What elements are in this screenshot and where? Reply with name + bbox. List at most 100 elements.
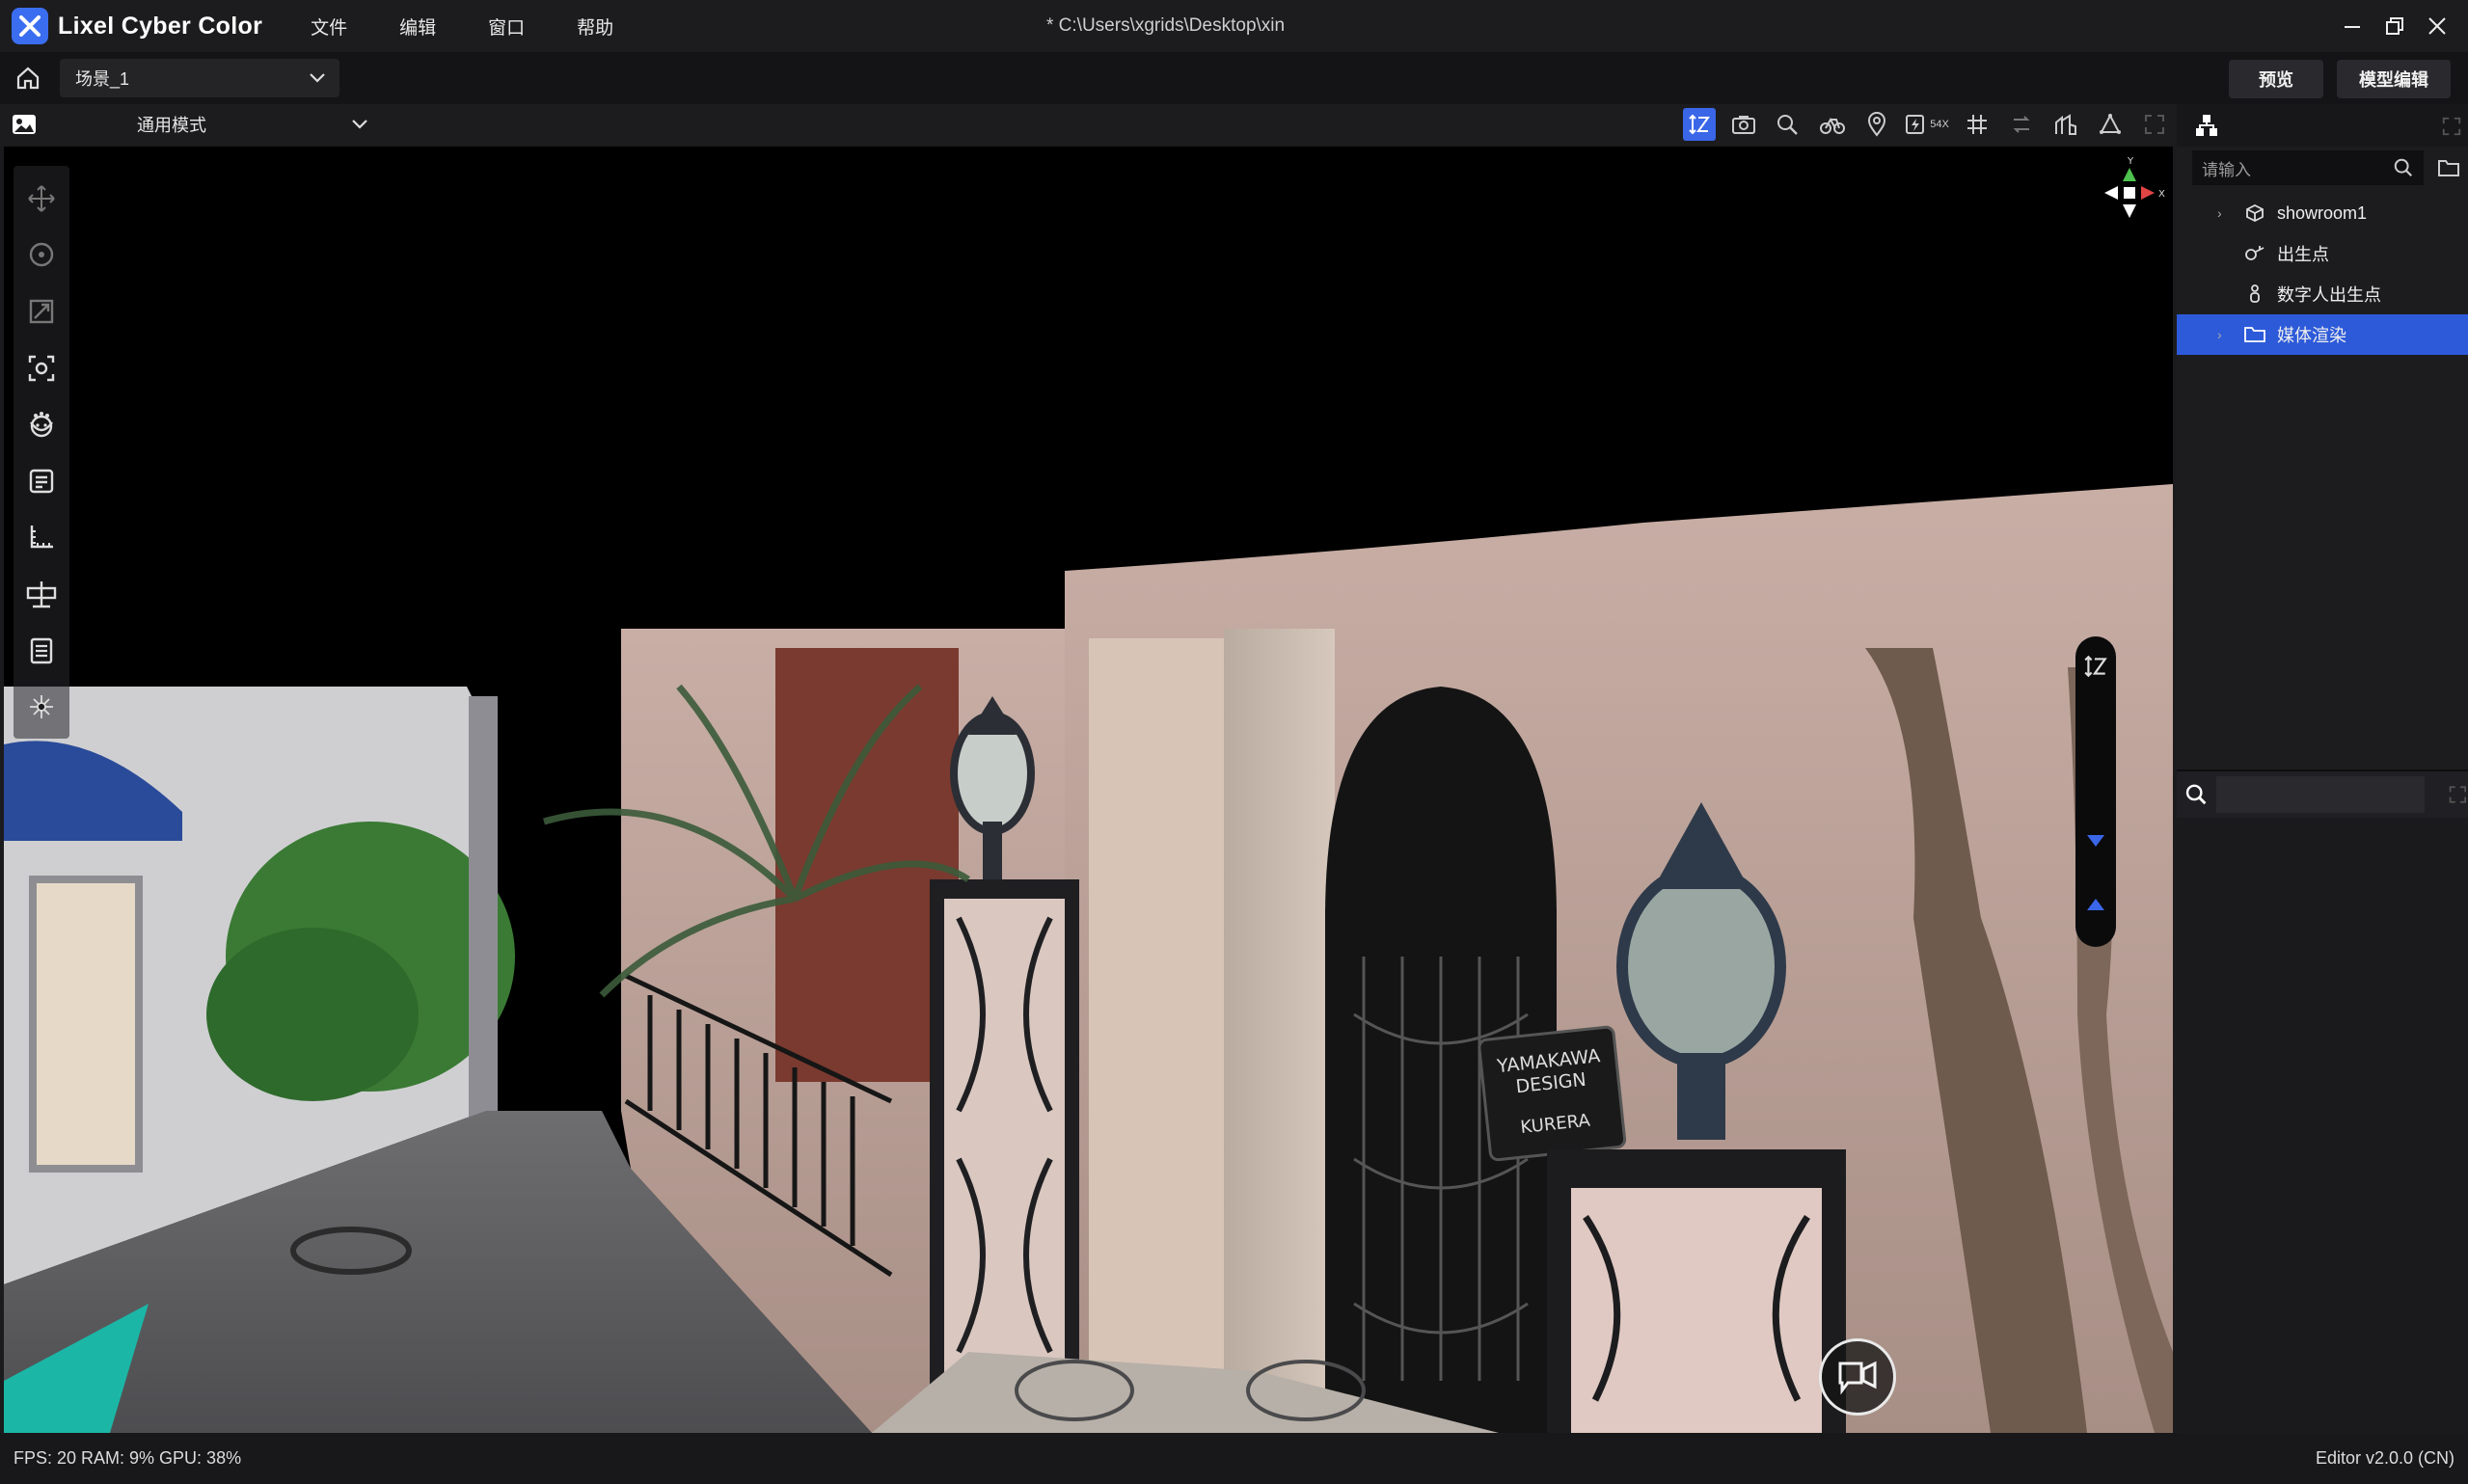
tree-item-avatar-spawn[interactable]: › 数字人出生点 (2177, 274, 2468, 314)
tree-item-label: 数字人出生点 (2277, 285, 2381, 305)
perf-stats: FPS: 20 RAM: 9% GPU: 38% (14, 1448, 242, 1468)
expand-caret-icon[interactable]: › (2217, 205, 2231, 221)
scale-tool-button[interactable] (20, 286, 63, 337)
folder-icon (2242, 326, 2267, 343)
mode-select-value: 通用模式 (137, 116, 206, 135)
measure-button[interactable] (2088, 108, 2132, 141)
chevron-down-icon (310, 73, 325, 83)
scene-tree: › showroom1 › 出生点 › 数字人出生点 › 媒体渲染 (2177, 193, 2468, 355)
gizmo-y-label: Y (2127, 156, 2134, 167)
gizmo-x-label: X (2158, 189, 2165, 200)
scene-render: YAMAKAWA DESIGN KURERA (4, 147, 2173, 1433)
close-button[interactable] (2416, 8, 2458, 44)
list-tool-button[interactable] (20, 626, 63, 676)
preview-button[interactable]: 预览 (2229, 60, 2323, 98)
scene-select[interactable]: 场景_1 (60, 59, 339, 97)
ruler-icon (30, 526, 53, 549)
location-pin-icon (1867, 112, 1886, 137)
sign-tool-button[interactable] (20, 569, 63, 619)
menu-file[interactable]: 文件 (311, 13, 347, 40)
upper-bound-handle-icon (2087, 899, 2104, 910)
orientation-gizmo[interactable]: Y X (2091, 154, 2168, 231)
app-title: Lixel Cyber Color (58, 12, 263, 40)
move-icon (28, 185, 55, 212)
lower-bound-handle-icon (2087, 835, 2104, 847)
speed-icon (1906, 115, 1925, 134)
menu-help[interactable]: 帮助 (577, 13, 613, 40)
fullscreen-button[interactable] (2132, 108, 2177, 141)
status-bar: FPS: 20 RAM: 9% GPU: 38% Editor v2.0.0 (… (0, 1433, 2468, 1484)
title-bar: Lixel Cyber Color 文件 编辑 窗口 帮助 * C:\Users… (0, 0, 2468, 52)
grid-button[interactable] (1955, 108, 1999, 141)
building-icon (2055, 114, 2076, 135)
focus-tool-button[interactable] (20, 343, 63, 393)
voice-chat-button[interactable] (1819, 1338, 1896, 1416)
properties-header (2177, 771, 2468, 818)
height-slider[interactable] (2075, 636, 2116, 947)
view-tool-icons: 54X (1677, 108, 2177, 141)
3d-viewport[interactable]: YAMAKAWA DESIGN KURERA (4, 147, 2173, 1433)
search-icon (2185, 784, 2207, 805)
chevron-down-icon (352, 120, 367, 129)
height-tool-button[interactable] (1683, 108, 1716, 141)
robot-button[interactable] (1810, 108, 1855, 141)
building-button[interactable] (2044, 108, 2088, 141)
bike-icon (1820, 117, 1845, 134)
model-edit-button[interactable]: 模型编辑 (2337, 60, 2451, 98)
spawn-point-icon (2242, 244, 2267, 263)
rotate-icon (29, 243, 54, 267)
open-folder-icon[interactable] (2437, 157, 2460, 178)
top-right-buttons: 预览 模型编辑 (2229, 60, 2451, 98)
location-button[interactable] (1855, 108, 1899, 141)
properties-search-input[interactable] (2215, 776, 2426, 813)
signpost-icon (26, 580, 57, 608)
ai-tool-button[interactable] (20, 682, 63, 732)
restore-button[interactable] (2373, 8, 2416, 44)
menu-window[interactable]: 窗口 (488, 13, 525, 40)
speed-label: 54X (1930, 119, 1949, 130)
mode-select[interactable]: 通用模式 (137, 112, 368, 137)
note-icon (29, 469, 54, 493)
tree-item-label: showroom1 (2277, 202, 2368, 223)
move-tool-button[interactable] (20, 174, 63, 224)
height-tool-icon (1689, 114, 1710, 135)
scene-select-value: 场景_1 (75, 69, 130, 89)
triangle-nodes-icon (2100, 113, 2121, 134)
ai-sparkle-icon (30, 695, 53, 719)
outline-header (2177, 104, 2468, 147)
minimize-icon (2345, 26, 2360, 28)
expand-caret-icon[interactable]: › (2217, 327, 2231, 342)
focus-icon (28, 355, 55, 381)
expand-panel-icon (2449, 786, 2467, 803)
screenshot-button[interactable] (1722, 108, 1766, 141)
hierarchy-icon (2196, 115, 2217, 136)
menu-edit[interactable]: 编辑 (399, 13, 436, 40)
magnify-map-icon (1777, 115, 1798, 135)
home-button[interactable] (6, 56, 50, 100)
swap-button[interactable] (1999, 108, 2044, 141)
speech-megaphone-icon (1838, 1361, 1877, 1395)
swap-icon (2013, 116, 2030, 133)
tree-item-label: 媒体渲染 (2277, 326, 2346, 345)
search-view-button[interactable] (1766, 108, 1810, 141)
close-icon (2428, 17, 2446, 35)
speed-button[interactable]: 54X (1899, 108, 1955, 141)
tree-item-media-render[interactable]: › 媒体渲染 (2177, 314, 2468, 355)
annotation-tool-button[interactable] (20, 456, 63, 506)
menu-bar: 文件 编辑 窗口 帮助 (311, 13, 665, 40)
expand-panel-icon (2442, 117, 2461, 136)
mode-image-icon[interactable] (8, 108, 41, 141)
tree-item-showroom1[interactable]: › showroom1 (2177, 193, 2468, 233)
search-icon (2394, 158, 2413, 177)
outline-search-input[interactable]: 请输入 (2192, 150, 2424, 185)
fullscreen-icon (2145, 115, 2164, 134)
grid-icon (1967, 115, 1987, 134)
minimize-button[interactable] (2331, 8, 2373, 44)
avatar-tool-button[interactable] (20, 399, 63, 449)
measure-tool-button[interactable] (20, 513, 63, 563)
rotate-tool-button[interactable] (20, 230, 63, 281)
tree-item-spawn-point[interactable]: › 出生点 (2177, 233, 2468, 274)
camera-icon (1732, 116, 1755, 134)
file-path: * C:\Users\xgrids\Desktop\xin (1046, 15, 1286, 36)
outline-search-placeholder: 请输入 (2202, 160, 2251, 179)
